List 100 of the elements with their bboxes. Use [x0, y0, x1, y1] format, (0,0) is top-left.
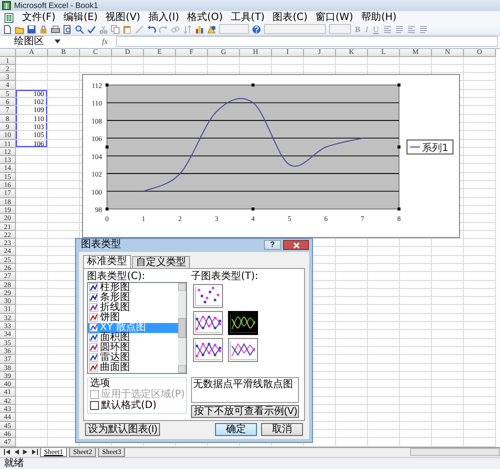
- search-icon[interactable]: [75, 24, 84, 34]
- empty-cell: [464, 172, 496, 182]
- list-item[interactable]: 柱形图: [88, 282, 178, 293]
- menu-item[interactable]: 文件(F): [22, 12, 56, 24]
- selection-handle[interactable]: [398, 145, 400, 148]
- preview-button[interactable]: 按下不放可查看示例(V): [191, 404, 299, 418]
- empty-cell: [464, 388, 496, 397]
- empty-cell: [432, 364, 464, 372]
- empty-cell: [464, 81, 496, 90]
- chart-subtype-option[interactable]: [228, 310, 258, 335]
- checkbox[interactable]: 默认格式(D): [90, 400, 184, 411]
- empty-cell: [432, 430, 464, 438]
- list-item[interactable]: 折线图: [88, 302, 178, 313]
- empty-cell: [48, 122, 80, 132]
- empty-cell: [368, 364, 400, 372]
- selection-handle[interactable]: [398, 207, 400, 210]
- selection-handle[interactable]: [106, 83, 108, 86]
- chart-subtype-option[interactable]: [193, 310, 223, 335]
- menu-item[interactable]: 视图(V): [106, 12, 140, 24]
- menu-item[interactable]: 窗口(W): [316, 12, 354, 24]
- horizontal-scrollbar[interactable]: [410, 448, 500, 456]
- empty-cell: [432, 405, 464, 414]
- empty-cell: [368, 413, 400, 422]
- empty-cell: [432, 256, 464, 264]
- arrow-bar-left-icon[interactable]: [4, 449, 11, 456]
- list-item[interactable]: 条形图: [88, 292, 178, 303]
- empty-cell: [368, 64, 400, 74]
- tab[interactable]: 自定义类型: [132, 256, 190, 268]
- clipboard-icon[interactable]: [123, 24, 132, 34]
- empty-cell: [400, 280, 432, 289]
- formula-field[interactable]: [116, 36, 498, 48]
- spreadsheet-icon[interactable]: [4, 12, 14, 23]
- selection-handle[interactable]: [106, 145, 108, 148]
- list-item[interactable]: 饼图: [88, 312, 178, 323]
- list-item[interactable]: 雷达图: [88, 352, 178, 363]
- list-item[interactable]: 曲面图: [88, 362, 178, 373]
- empty-cell: [400, 372, 432, 380]
- empty-cell: [464, 164, 496, 173]
- scissors-icon[interactable]: [99, 24, 108, 34]
- printer-icon[interactable]: [51, 24, 60, 34]
- tab[interactable]: 标准类型: [83, 254, 131, 268]
- chart-subtype-option[interactable]: [193, 338, 223, 362]
- empty-cell: [336, 388, 368, 397]
- chart-type-icon: [89, 283, 98, 292]
- empty-cell: [464, 372, 496, 380]
- help-icon[interactable]: [252, 24, 261, 34]
- check-icon[interactable]: [87, 24, 96, 34]
- drawing-icon[interactable]: [207, 24, 216, 34]
- arrow-bar-right-icon[interactable]: [31, 449, 38, 456]
- legend[interactable]: 系列1: [406, 139, 454, 154]
- selection-handle[interactable]: [398, 83, 400, 86]
- menu-item[interactable]: 编辑(E): [64, 12, 98, 24]
- empty-cell: [48, 181, 80, 190]
- ok-button[interactable]: 确定: [215, 422, 257, 436]
- empty-cell: [304, 56, 336, 65]
- plot-area[interactable]: [106, 84, 400, 210]
- empty-cell: [272, 56, 304, 65]
- menu-item[interactable]: 帮助(H): [361, 12, 397, 24]
- folder-icon[interactable]: [15, 24, 24, 34]
- undo-icon[interactable]: [147, 24, 156, 34]
- selection-handle[interactable]: [252, 207, 254, 210]
- checkbox: 应用于选定区域(P): [90, 388, 184, 400]
- arrow-left-icon[interactable]: [13, 449, 20, 456]
- list-item[interactable]: 面积图: [88, 332, 178, 343]
- empty-cell: [176, 56, 208, 65]
- menu-item[interactable]: 图表(C): [272, 12, 308, 24]
- close-button[interactable]: [283, 240, 309, 250]
- empty-cell: [464, 148, 496, 156]
- function-label[interactable]: fx: [102, 36, 108, 47]
- list-item[interactable]: 圆环图: [88, 342, 178, 353]
- empty-cell: [464, 288, 496, 298]
- selection-handle[interactable]: [252, 83, 254, 86]
- empty-cell: [368, 338, 400, 347]
- menu-item[interactable]: 工具(T): [230, 12, 265, 24]
- cancel-button[interactable]: 取消: [261, 422, 303, 436]
- empty-cell: [464, 181, 496, 190]
- chart-subtype-option[interactable]: [228, 338, 258, 362]
- scrollbar[interactable]: [178, 282, 186, 373]
- chart-type-icon: [89, 333, 98, 342]
- chart-subtype-option[interactable]: [193, 284, 223, 308]
- page-icon[interactable]: [3, 24, 12, 34]
- preview-icon[interactable]: [63, 24, 72, 34]
- empty-cell: [336, 430, 368, 438]
- set-default-button[interactable]: 设为默认图表(I): [85, 422, 160, 436]
- window-title: Microsoft Excel - Book1: [14, 0, 98, 11]
- selection-handle[interactable]: [106, 207, 108, 210]
- empty-cell: [464, 380, 496, 388]
- arrow-right-icon[interactable]: [22, 449, 29, 456]
- empty-cell: [368, 430, 400, 438]
- menu-item[interactable]: 插入(I): [148, 12, 180, 24]
- empty-cell: [432, 330, 464, 339]
- help-button[interactable]: ?: [264, 240, 281, 250]
- empty-cell: [336, 422, 368, 430]
- menu-item[interactable]: 格式(O): [187, 12, 223, 24]
- empty-cell: [368, 322, 400, 330]
- empty-cell: [48, 198, 80, 206]
- lock-icon[interactable]: [39, 24, 48, 34]
- bar-chart-icon[interactable]: [195, 24, 204, 34]
- empty-cell: [432, 64, 464, 74]
- empty-cell: [368, 264, 400, 272]
